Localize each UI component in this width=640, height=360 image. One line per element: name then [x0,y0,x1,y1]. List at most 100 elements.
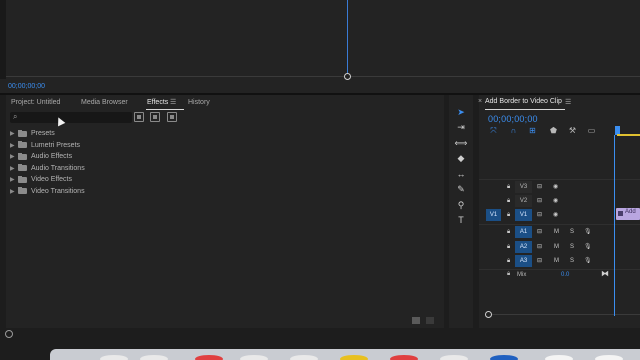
linked-selection-icon[interactable]: ⊞ [528,126,537,135]
32bit-effects-filter-icon[interactable] [150,112,160,122]
dock-app-icon[interactable] [440,355,468,360]
captions-icon[interactable]: ▭ [587,126,596,135]
tab-project[interactable]: Project: Untitled [11,99,60,106]
tab-history[interactable]: History [188,99,210,106]
type-tool-icon[interactable]: T [454,213,468,227]
solo-button[interactable]: S [570,241,574,253]
chevron-right-icon[interactable]: ▶ [10,130,18,137]
dock-app-icon[interactable] [140,355,168,360]
insert-overwrite-icon[interactable]: ⤧ [489,126,498,135]
effects-search-input[interactable]: ⌕ [10,112,132,123]
list-item[interactable]: ▶ Lumetri Presets [10,140,85,152]
lock-icon[interactable]: 🔒︎ [507,271,510,278]
panel-menu-icon[interactable]: ☰ [170,98,176,106]
monitor-playhead-handle[interactable] [344,73,351,80]
sync-lock-icon[interactable]: ⊟ [537,195,542,207]
timeline-zoom-handle[interactable] [485,311,492,318]
timeline-scrollbar[interactable] [492,314,640,315]
chevron-right-icon[interactable]: ▶ [10,176,18,183]
dock-app-icon[interactable] [340,355,368,360]
mute-button[interactable]: M [554,226,559,238]
tab-effects[interactable]: Effects [147,99,168,106]
track-target[interactable]: V1 [515,209,532,221]
dock-app-icon[interactable] [390,355,418,360]
go-to-edit-icon[interactable]: ⧓ [601,269,609,278]
eye-icon[interactable]: ◉ [553,209,558,221]
settings-wrench-icon[interactable]: ⚒ [568,126,577,135]
chevron-right-icon[interactable]: ▶ [10,165,18,172]
timeline-playhead-line [614,135,615,316]
list-item[interactable]: ▶ Video Effects [10,174,85,186]
close-icon[interactable]: × [478,98,482,105]
list-item[interactable]: ▶ Presets [10,128,85,140]
track-target[interactable]: V2 [515,195,532,207]
microphone-icon[interactable]: 🎙︎ [584,226,592,238]
microphone-icon[interactable]: 🎙︎ [584,255,592,267]
work-area-bar[interactable] [617,134,640,136]
microphone-icon[interactable]: 🎙︎ [584,241,592,253]
active-tab-underline [146,109,184,110]
solo-button[interactable]: S [570,226,574,238]
source-timecode[interactable]: 00;00;00;00 [8,83,45,90]
eye-icon[interactable]: ◉ [553,195,558,207]
list-item[interactable]: ▶ Audio Effects [10,151,85,163]
snap-icon[interactable]: ∩ [509,126,518,135]
new-bin-icon[interactable] [412,317,420,324]
timeline-clip[interactable]: Add [616,208,640,220]
track-target[interactable]: A2 [515,241,532,253]
list-item[interactable]: ▶ Audio Transitions [10,163,85,175]
dock-app-icon[interactable] [595,355,623,360]
mute-button[interactable]: M [554,241,559,253]
chevron-right-icon[interactable]: ▶ [10,188,18,195]
tab-media-browser[interactable]: Media Browser [81,99,128,106]
selection-tool-icon[interactable]: ➤ [454,105,468,119]
track-target[interactable]: A1 [515,226,532,238]
pen-tool-icon[interactable]: ✎ [454,182,468,196]
dock-app-icon[interactable] [290,355,318,360]
lock-icon[interactable]: 🔒︎ [507,195,510,207]
dock-app-icon[interactable] [490,355,518,360]
slip-tool-icon[interactable]: ↔ [454,167,468,181]
status-indicator-icon[interactable] [5,330,13,338]
add-marker-icon[interactable]: ⬟ [549,126,558,135]
lock-icon[interactable]: 🔒︎ [507,255,510,267]
mix-value[interactable]: 0.0 [561,272,569,278]
accelerated-effects-filter-icon[interactable] [134,112,144,122]
lock-icon[interactable]: 🔒︎ [507,181,510,193]
folder-icon [18,129,27,137]
panel-bottom-icons [412,317,434,324]
sync-lock-icon[interactable]: ⊟ [537,181,542,193]
dock-app-icon[interactable] [545,355,573,360]
sync-lock-icon[interactable]: ⊟ [537,209,542,221]
monitor-scrub-bar[interactable] [6,76,640,77]
track-target[interactable]: V3 [515,181,532,193]
sync-lock-icon[interactable]: ⊟ [537,226,542,238]
source-patch-v1[interactable]: V1 [486,209,501,221]
timeline-menu-icon[interactable]: ☰ [565,98,571,106]
eye-icon[interactable]: ◉ [553,181,558,193]
clip-label: Add [625,209,636,215]
yuv-effects-filter-icon[interactable] [167,112,177,122]
dock-app-icon[interactable] [195,355,223,360]
lock-icon[interactable]: 🔒︎ [507,226,510,238]
tab-sequence[interactable]: Add Border to Video Clip [485,98,562,105]
folder-icon [18,152,27,160]
razor-tool-icon[interactable]: ◆ [454,151,468,165]
timeline-timecode[interactable]: 00;00;00;00 [488,114,538,124]
ripple-edit-tool-icon[interactable]: ⟺ [454,136,468,150]
sync-lock-icon[interactable]: ⊟ [537,255,542,267]
lock-icon[interactable]: 🔒︎ [507,241,510,253]
track-target[interactable]: A3 [515,255,532,267]
lock-icon[interactable]: 🔒︎ [507,209,510,221]
hand-tool-icon[interactable]: ⚲ [454,198,468,212]
chevron-right-icon[interactable]: ▶ [10,142,18,149]
dock-app-icon[interactable] [100,355,128,360]
trash-icon[interactable] [426,317,434,324]
mute-button[interactable]: M [554,255,559,267]
sync-lock-icon[interactable]: ⊟ [537,241,542,253]
dock-app-icon[interactable] [240,355,268,360]
solo-button[interactable]: S [570,255,574,267]
list-item[interactable]: ▶ Video Transitions [10,186,85,198]
chevron-right-icon[interactable]: ▶ [10,153,18,160]
track-select-tool-icon[interactable]: ⇥ [454,120,468,134]
